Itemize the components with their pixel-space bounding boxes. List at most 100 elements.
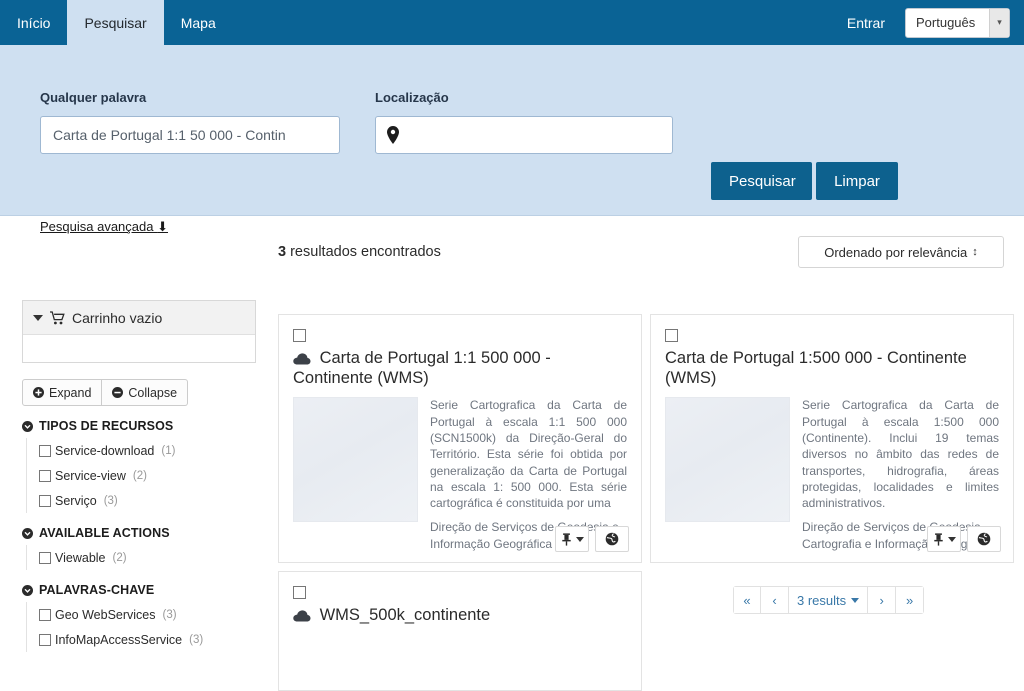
result-card[interactable]: Carta de Portugal 1:500 000 - Continente… bbox=[650, 314, 1014, 564]
facet-item-geo-webservices[interactable]: Geo WebServices (3) bbox=[39, 602, 256, 627]
map-pin-icon bbox=[387, 126, 399, 144]
nav-tab-mapa-label: Mapa bbox=[180, 14, 216, 31]
pagination-next-button[interactable]: › bbox=[868, 586, 897, 614]
pin-to-cart-button[interactable] bbox=[927, 526, 961, 553]
result-card[interactable]: Carta de Portugal 1:1 500 000 - Continen… bbox=[278, 314, 642, 564]
thumbtack-icon bbox=[933, 532, 943, 546]
location-input[interactable] bbox=[375, 116, 673, 154]
cart-header[interactable]: Carrinho vazio bbox=[23, 301, 255, 335]
language-select[interactable]: Português ▾ bbox=[905, 7, 1010, 38]
facet-title-label: TIPOS DE RECURSOS bbox=[39, 419, 174, 433]
result-title[interactable]: WMS_500k_continente bbox=[293, 605, 627, 625]
results-list: Carta de Portugal 1:1 500 000 - Continen… bbox=[278, 314, 1014, 691]
search-panel: Qualquer palavra Carta de Portugal 1:1 5… bbox=[0, 45, 1024, 234]
facet-title-tipos-de-recursos[interactable]: TIPOS DE RECURSOS bbox=[22, 419, 256, 433]
chevron-circle-down-icon bbox=[22, 584, 33, 596]
result-title[interactable]: Carta de Portugal 1:1 500 000 - Continen… bbox=[293, 348, 627, 388]
collapse-label: Collapse bbox=[128, 385, 178, 400]
facet-title-palavras-chave[interactable]: PALAVRAS-CHAVE bbox=[22, 583, 256, 597]
checkbox-icon[interactable] bbox=[39, 469, 51, 482]
nav-tab-inicio-label: Início bbox=[17, 14, 51, 31]
result-checkbox[interactable] bbox=[293, 329, 306, 342]
chevron-circle-down-icon bbox=[22, 527, 33, 539]
facet-group-available-actions: AVAILABLE ACTIONS Viewable (2) bbox=[22, 526, 256, 570]
pagination-last-button[interactable]: » bbox=[896, 586, 925, 614]
facet-item-count: (3) bbox=[103, 494, 118, 507]
facet-item-service-view[interactable]: Service-view (2) bbox=[39, 463, 256, 488]
expand-button[interactable]: Expand bbox=[22, 379, 103, 406]
result-checkbox[interactable] bbox=[293, 586, 306, 600]
language-select-value: Português bbox=[916, 15, 976, 30]
nav-tab-mapa[interactable]: Mapa bbox=[164, 0, 233, 45]
login-link[interactable]: Entrar bbox=[847, 15, 885, 31]
result-actions bbox=[555, 526, 629, 553]
thumbtack-icon bbox=[561, 532, 571, 546]
view-on-map-button[interactable] bbox=[595, 526, 629, 553]
facet-item-count: (3) bbox=[189, 633, 204, 646]
nav-tab-inicio[interactable]: Início bbox=[0, 0, 67, 45]
facet-item-viewable[interactable]: Viewable (2) bbox=[39, 545, 256, 570]
result-checkbox[interactable] bbox=[665, 329, 678, 342]
pagination-results-label: 3 results bbox=[797, 592, 847, 608]
checkbox-icon[interactable] bbox=[39, 608, 51, 621]
search-input[interactable]: Carta de Portugal 1:1 50 000 - Contin bbox=[40, 116, 340, 154]
advanced-search-link[interactable]: Pesquisa avançada ⬇ bbox=[40, 219, 168, 235]
facet-item-label: Service-view bbox=[55, 468, 126, 483]
search-input-value: Carta de Portugal 1:1 50 000 - Contin bbox=[53, 127, 286, 143]
results-count-number: 3 bbox=[278, 244, 287, 260]
nav-tab-pesquisar-label: Pesquisar bbox=[84, 14, 147, 31]
sort-dropdown[interactable]: Ordenado por relevância ↕ bbox=[798, 236, 1004, 268]
cart-label: Carrinho vazio bbox=[72, 309, 163, 326]
result-abstract: Serie Cartografica da Carta de Portugal … bbox=[802, 398, 999, 511]
nav-tab-pesquisar[interactable]: Pesquisar bbox=[67, 0, 164, 45]
facet-item-count: (3) bbox=[162, 608, 177, 621]
checkbox-icon[interactable] bbox=[39, 494, 51, 507]
facet-item-label: Serviço bbox=[55, 493, 97, 508]
shopping-cart-icon bbox=[50, 310, 65, 324]
results-count-text: resultados encontrados bbox=[286, 244, 441, 260]
facet-items-available-actions: Viewable (2) bbox=[26, 545, 256, 570]
facet-item-infomapaccessservice[interactable]: InfoMapAccessService (3) bbox=[39, 627, 256, 652]
checkbox-icon[interactable] bbox=[39, 551, 51, 564]
cart-box: Carrinho vazio bbox=[22, 300, 256, 363]
cart-body bbox=[23, 335, 255, 362]
result-abstract: Serie Cartografica da Carta de Portugal … bbox=[430, 398, 627, 511]
facet-items-palavras-chave: Geo WebServices (3) InfoMapAccessService… bbox=[26, 602, 256, 652]
pagination-prev-button[interactable]: ‹ bbox=[761, 586, 789, 614]
triangle-down-icon bbox=[33, 314, 43, 321]
facet-item-count: (2) bbox=[112, 551, 127, 564]
expand-label: Expand bbox=[49, 385, 92, 400]
facet-title-label: AVAILABLE ACTIONS bbox=[39, 526, 170, 540]
clear-button[interactable]: Limpar bbox=[816, 162, 898, 200]
result-title-text: WMS_500k_continente bbox=[319, 606, 491, 625]
caret-down-icon bbox=[575, 536, 584, 542]
search-button[interactable]: Pesquisar bbox=[711, 162, 812, 200]
facet-item-label: Service-download bbox=[55, 443, 155, 458]
checkbox-icon[interactable] bbox=[39, 444, 51, 457]
facet-item-label: Viewable bbox=[55, 550, 106, 565]
pagination-first-button[interactable]: « bbox=[733, 586, 761, 614]
result-title[interactable]: Carta de Portugal 1:500 000 - Continente… bbox=[665, 348, 999, 388]
result-thumbnail[interactable] bbox=[293, 397, 418, 523]
collapse-button[interactable]: Collapse bbox=[102, 379, 189, 406]
facet-group-palavras-chave: PALAVRAS-CHAVE Geo WebServices (3) InfoM… bbox=[22, 583, 256, 652]
facet-title-available-actions[interactable]: AVAILABLE ACTIONS bbox=[22, 526, 256, 540]
results-count: 3 resultados encontrados bbox=[278, 244, 441, 260]
result-title-text: Carta de Portugal 1:500 000 - Continente… bbox=[665, 349, 967, 388]
expand-collapse-group: Expand Collapse bbox=[22, 379, 256, 406]
chevron-circle-down-icon bbox=[22, 420, 33, 432]
top-navigation-bar: Início Pesquisar Mapa Entrar Português ▾ bbox=[0, 0, 1024, 45]
facet-item-count: (2) bbox=[132, 469, 147, 482]
facet-item-service-download[interactable]: Service-download (1) bbox=[39, 438, 256, 463]
nav-right-group: Entrar Português ▾ bbox=[847, 0, 1024, 45]
pagination-results-dropdown[interactable]: 3 results bbox=[789, 586, 869, 614]
facet-item-servico[interactable]: Serviço (3) bbox=[39, 488, 256, 513]
result-card[interactable]: WMS_500k_continente bbox=[278, 571, 642, 691]
checkbox-icon[interactable] bbox=[39, 633, 51, 646]
result-thumbnail[interactable] bbox=[665, 397, 790, 523]
pin-to-cart-button[interactable] bbox=[555, 526, 589, 553]
keyword-field-label: Qualquer palavra bbox=[40, 90, 147, 105]
view-on-map-button[interactable] bbox=[967, 526, 1001, 553]
facet-item-count: (1) bbox=[161, 444, 176, 457]
location-field-label: Localização bbox=[375, 90, 449, 105]
